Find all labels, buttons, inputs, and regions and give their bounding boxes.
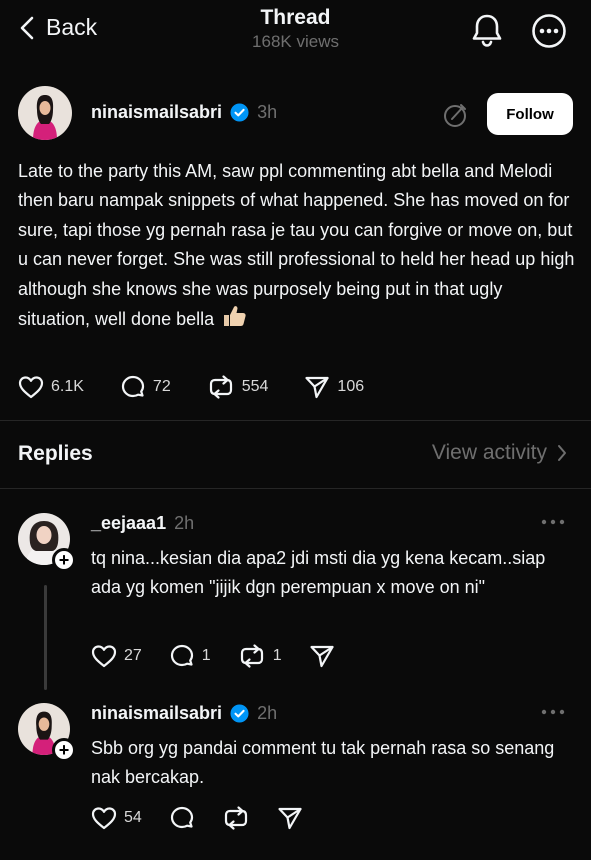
reply-more-button[interactable]: [541, 709, 565, 715]
reply-text: tq nina...kesian dia apa2 jdi msti dia y…: [91, 548, 546, 598]
bell-icon: [472, 14, 502, 47]
post-time: 3h: [257, 102, 278, 122]
comment-icon: [121, 375, 145, 398]
reply-username[interactable]: ninaismailsabri: [91, 703, 222, 724]
heart-icon: [18, 376, 44, 399]
like-button[interactable]: 27: [91, 644, 142, 668]
follow-plus-button[interactable]: +: [52, 738, 76, 762]
edit-circle-icon: [444, 104, 466, 127]
post-header: ninaismailsabri 3h Follow: [18, 86, 574, 144]
replies-heading: Replies: [18, 442, 93, 465]
follow-button[interactable]: Follow: [487, 93, 573, 135]
comment-icon: [170, 806, 193, 829]
like-button[interactable]: 6.1K: [18, 375, 84, 399]
notifications-button[interactable]: [469, 12, 505, 48]
reply-more-button[interactable]: [541, 519, 565, 525]
chevron-right-icon: [558, 445, 566, 461]
top-bar: Back Thread 168K views: [0, 0, 591, 62]
comment-button[interactable]: 1: [169, 643, 211, 669]
more-circle-icon: [532, 14, 566, 48]
quote-button[interactable]: [443, 102, 469, 128]
reply-user-line: _eejaaa1 2h: [91, 513, 194, 534]
post-action-bar: 6.1K 72 554 106: [18, 374, 400, 400]
comment-button[interactable]: 72: [120, 374, 171, 400]
comment-count: 1: [201, 647, 211, 664]
reply-item: + _eejaaa1 2h tq nina...kesian dia apa2 …: [18, 513, 573, 683]
follow-plus-button[interactable]: +: [52, 548, 76, 572]
share-button[interactable]: [309, 644, 335, 668]
comment-icon: [170, 644, 193, 667]
comment-button[interactable]: [169, 805, 195, 831]
repost-icon: [240, 644, 263, 668]
reply-action-bar: 54: [91, 805, 330, 831]
like-count: 27: [124, 647, 142, 664]
repost-icon: [209, 375, 232, 399]
reply-text: Sbb org yg pandai comment tu tak pernah …: [91, 738, 555, 788]
verified-badge-icon: [230, 704, 249, 723]
like-button[interactable]: 54: [91, 806, 142, 830]
share-button[interactable]: 106: [304, 375, 364, 399]
like-count: 6.1K: [51, 378, 84, 395]
repost-button[interactable]: 554: [207, 374, 269, 400]
avatar-image: [18, 86, 72, 140]
divider: [0, 488, 591, 489]
view-activity-link[interactable]: View activity: [432, 441, 567, 465]
heart-icon: [91, 645, 117, 668]
reply-user-line: ninaismailsabri 2h: [91, 703, 277, 724]
share-count: 106: [337, 378, 365, 395]
more-horizontal-icon: [541, 709, 565, 715]
send-icon: [305, 376, 330, 399]
post-body: Late to the party this AM, saw ppl comme…: [18, 157, 578, 334]
thumbs-up-emoji: [221, 304, 247, 328]
heart-icon: [91, 807, 117, 830]
repost-button[interactable]: 1: [238, 643, 282, 669]
username[interactable]: ninaismailsabri: [91, 102, 222, 123]
repost-count: 554: [241, 378, 269, 395]
plus-icon: +: [58, 740, 70, 760]
send-icon: [278, 807, 302, 830]
avatar[interactable]: [18, 86, 72, 140]
like-count: 54: [124, 809, 142, 826]
reply-item: + ninaismailsabri 2h Sbb org yg pandai c…: [18, 703, 573, 843]
verified-badge-icon: [230, 103, 249, 122]
more-horizontal-icon: [541, 519, 565, 525]
reply-action-bar: 27 1 1: [91, 643, 362, 669]
divider: [0, 420, 591, 421]
post-text: Late to the party this AM, saw ppl comme…: [18, 161, 575, 330]
reply-time: 2h: [257, 703, 278, 723]
repost-count: 1: [272, 647, 282, 664]
more-options-button[interactable]: [531, 13, 567, 49]
reply-username[interactable]: _eejaaa1: [91, 513, 166, 534]
comment-count: 72: [152, 378, 171, 395]
thread-connector-line: [44, 585, 47, 690]
send-icon: [310, 645, 334, 668]
plus-icon: +: [58, 550, 70, 570]
share-button[interactable]: [277, 806, 303, 830]
post-user-line: ninaismailsabri 3h: [91, 102, 277, 123]
repost-button[interactable]: [222, 805, 250, 831]
view-activity-label: View activity: [431, 441, 547, 464]
repost-icon: [224, 806, 247, 830]
reply-time: 2h: [174, 513, 195, 533]
